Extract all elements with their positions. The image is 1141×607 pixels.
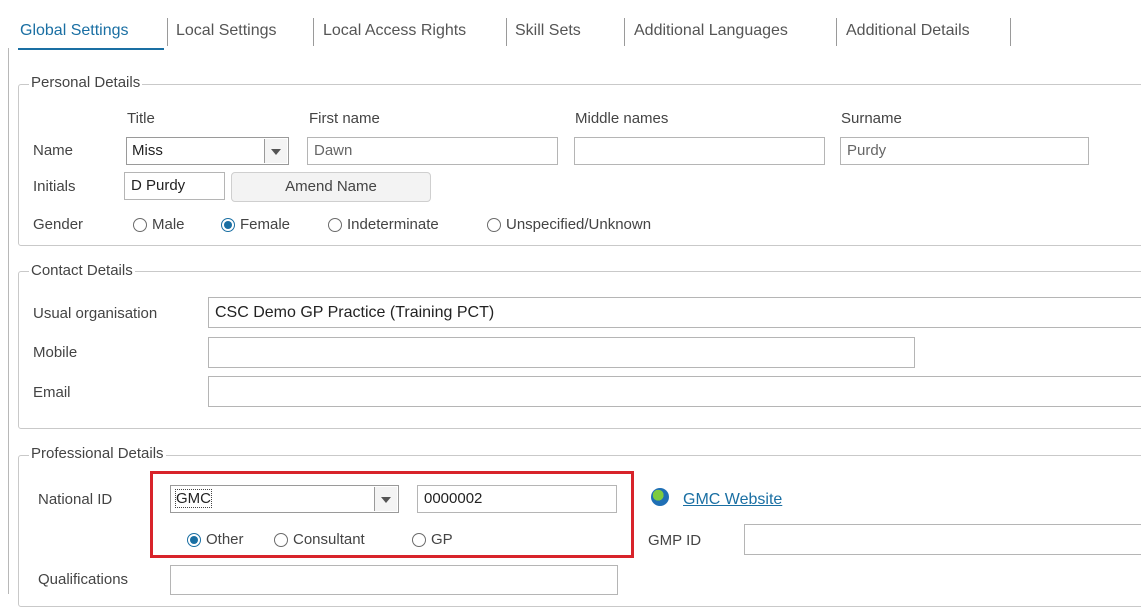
middle-names-header: Middle names (575, 110, 669, 127)
initials-label: Initials (33, 178, 76, 195)
gender-male-radio[interactable] (133, 218, 147, 232)
title-select[interactable]: Miss (126, 137, 289, 165)
tab-separator (1010, 18, 1011, 46)
gmp-id-field[interactable] (744, 524, 1141, 555)
panel-left-border (8, 48, 9, 594)
tab-separator (167, 18, 168, 46)
highlight-box (150, 471, 634, 558)
tab-skill-sets[interactable]: Skill Sets (515, 22, 581, 40)
tab-separator (624, 18, 625, 46)
active-tab-underline (18, 48, 164, 50)
title-header: Title (127, 110, 155, 127)
gender-label: Gender (33, 216, 84, 233)
gender-unspecified-label[interactable]: Unspecified/Unknown (506, 216, 651, 233)
contact-details-legend: Contact Details (29, 262, 135, 279)
surname-field[interactable]: Purdy (840, 137, 1089, 165)
tab-global-settings[interactable]: Global Settings (20, 22, 129, 40)
gmc-website-link[interactable]: GMC Website (683, 491, 782, 509)
gender-male-label[interactable]: Male (152, 216, 185, 233)
name-label: Name (33, 142, 74, 159)
national-id-label: National ID (38, 491, 113, 508)
first-name-field[interactable]: Dawn (307, 137, 558, 165)
mobile-field[interactable] (208, 337, 915, 368)
tab-additional-languages[interactable]: Additional Languages (634, 22, 788, 40)
amend-name-button[interactable]: Amend Name (231, 172, 431, 202)
gender-indeterminate-radio[interactable] (328, 218, 342, 232)
qualifications-label: Qualifications (38, 571, 129, 588)
chevron-down-icon[interactable] (264, 139, 287, 163)
initials-field[interactable]: D Purdy (124, 172, 225, 200)
professional-details-legend: Professional Details (29, 445, 166, 462)
tab-separator (313, 18, 314, 46)
middle-names-field[interactable] (574, 137, 825, 165)
title-select-value: Miss (132, 142, 163, 159)
globe-icon (651, 488, 669, 506)
gender-female-radio[interactable] (221, 218, 235, 232)
tab-separator (506, 18, 507, 46)
usual-organisation-value: CSC Demo GP Practice (Training PCT) (215, 304, 495, 321)
gender-female-label[interactable]: Female (240, 216, 290, 233)
email-label: Email (33, 384, 71, 401)
usual-organisation-select[interactable]: CSC Demo GP Practice (Training PCT) (208, 297, 1141, 328)
gmp-id-label: GMP ID (648, 532, 702, 549)
mobile-label: Mobile (33, 344, 78, 361)
personal-details-legend: Personal Details (29, 74, 143, 91)
tab-additional-details[interactable]: Additional Details (846, 22, 970, 40)
first-name-header: First name (309, 110, 380, 127)
gender-unspecified-radio[interactable] (487, 218, 501, 232)
email-field[interactable] (208, 376, 1141, 407)
tab-local-settings[interactable]: Local Settings (176, 22, 277, 40)
surname-header: Surname (841, 110, 902, 127)
qualifications-field[interactable] (170, 565, 618, 595)
tab-separator (836, 18, 837, 46)
gender-indeterminate-label[interactable]: Indeterminate (347, 216, 439, 233)
tab-local-access-rights[interactable]: Local Access Rights (323, 22, 466, 40)
tab-bar: Global Settings Local Settings Local Acc… (0, 0, 1141, 72)
usual-organisation-label: Usual organisation (33, 305, 158, 322)
